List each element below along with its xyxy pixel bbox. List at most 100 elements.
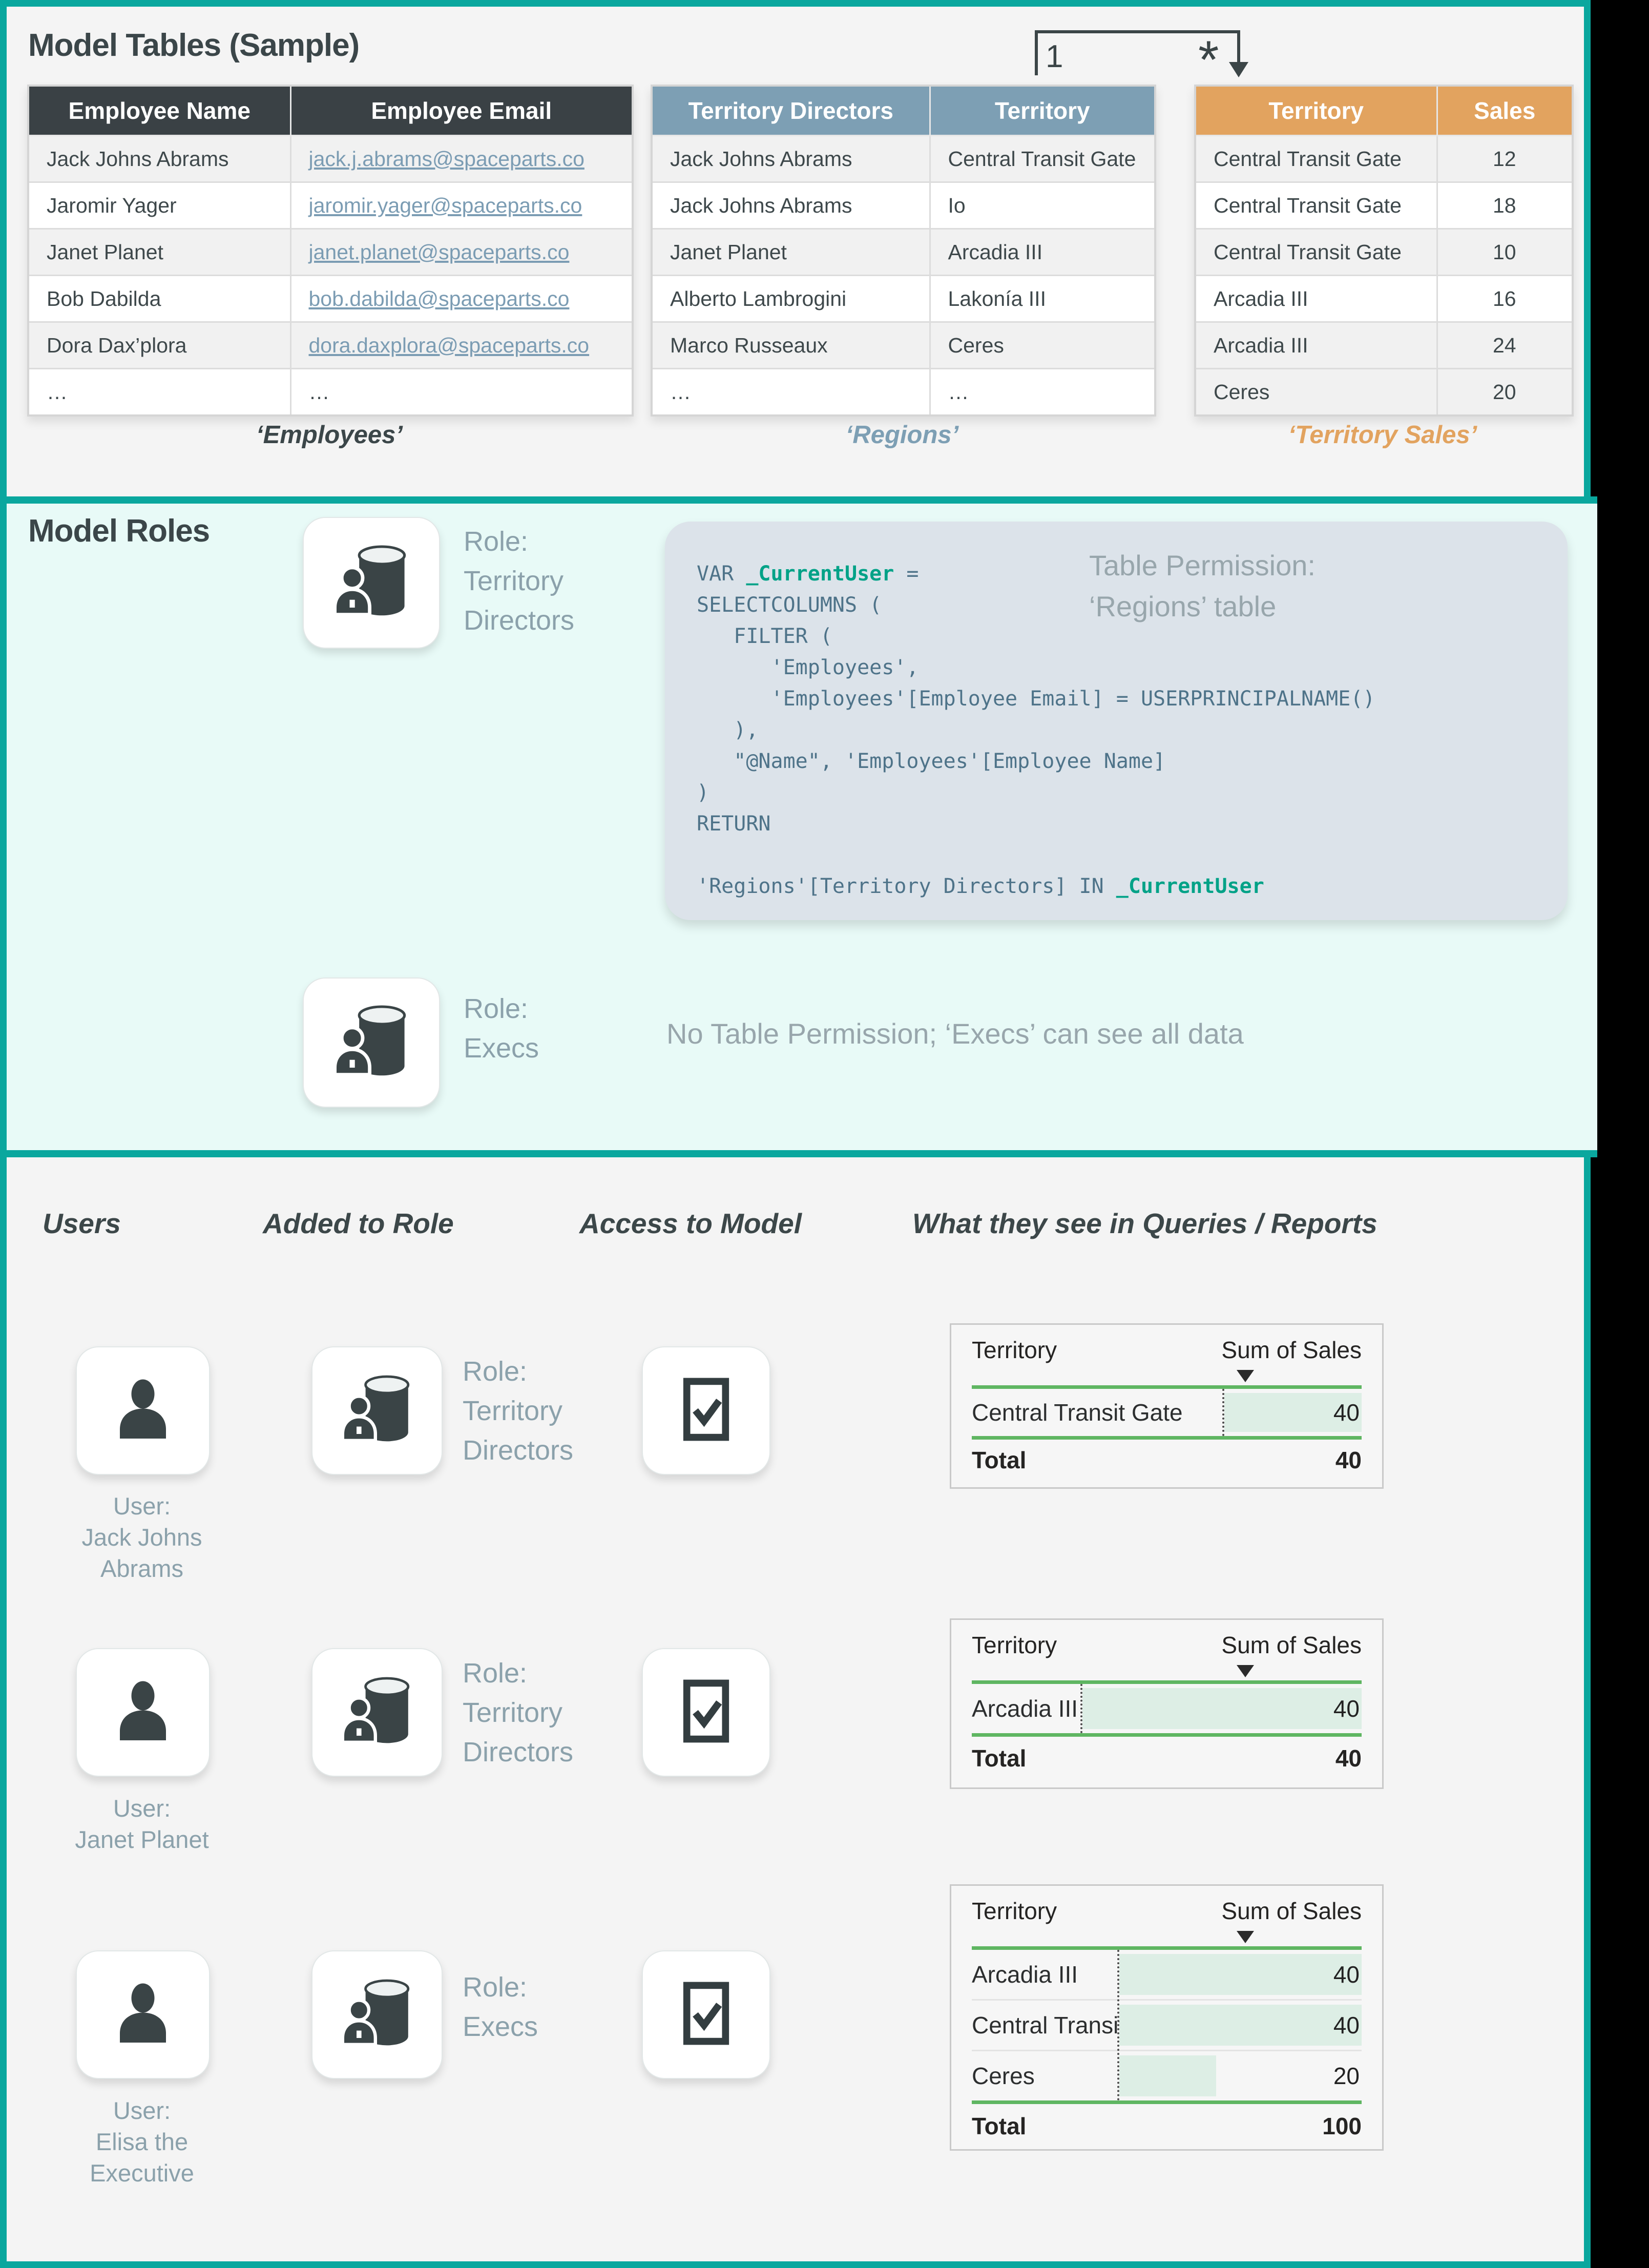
code-line: 'Employees', xyxy=(697,652,1375,683)
table-cell: Io xyxy=(930,182,1155,229)
column-header: Employee Email xyxy=(290,86,633,136)
divider-line xyxy=(972,1680,1362,1684)
user-icon xyxy=(105,1371,181,1450)
table-row: Alberto LambroginiLakonía III xyxy=(652,276,1155,322)
role-label-line: Role: xyxy=(464,522,574,561)
user-label-line: User: xyxy=(24,2095,260,2126)
table-cell: Jack Johns Abrams xyxy=(28,136,290,182)
connector-line xyxy=(1237,30,1240,64)
user-card xyxy=(76,1346,210,1475)
employees-caption: ‘Employees’ xyxy=(150,421,509,449)
code-line: ), xyxy=(697,715,1375,746)
table-cell: Dora Dax’plora xyxy=(28,322,290,369)
data-bar xyxy=(1082,1688,1362,1729)
divider-line xyxy=(972,1385,1362,1389)
result-table: Territory Sum of Sales Arcadia III 40 xyxy=(950,1884,1384,2151)
checked-checkbox-icon xyxy=(679,1981,733,2048)
table-cell: 18 xyxy=(1437,182,1573,229)
result-table: Territory Sum of Sales Arcadia III 40 xyxy=(950,1618,1384,1789)
email-link[interactable]: jack.j.abrams@spaceparts.co xyxy=(309,147,585,171)
result-value: 40 xyxy=(1333,1961,1360,1988)
regions-caption: ‘Regions’ xyxy=(723,421,1081,449)
user-label-line: Abrams xyxy=(24,1553,260,1584)
role-label: Role: Execs xyxy=(463,1968,538,2047)
table-row: Central Transit Gate18 xyxy=(1195,182,1573,229)
table-cell: 24 xyxy=(1437,322,1573,369)
territory-sales-caption: ‘Territory Sales’ xyxy=(1203,421,1562,449)
access-card xyxy=(642,1648,770,1777)
user-label-line: Jack Johns xyxy=(24,1522,260,1553)
result-value: 20 xyxy=(1333,2062,1360,2090)
role-label-line: Directors xyxy=(464,601,574,640)
result-table: Territory Sum of Sales Central Transit G… xyxy=(950,1323,1384,1489)
user-label-line: Elisa the xyxy=(24,2126,260,2157)
sort-descending-icon xyxy=(1237,1665,1254,1677)
column-heading-what-they-see: What they see in Queries / Reports xyxy=(912,1207,1377,1240)
user-card xyxy=(76,1648,210,1777)
role-card xyxy=(311,1950,443,2079)
table-cell: Ceres xyxy=(930,322,1155,369)
email-link[interactable]: dora.daxplora@spaceparts.co xyxy=(309,334,590,357)
checked-checkbox-icon xyxy=(679,1679,733,1746)
result-territory: Arcadia III xyxy=(972,1695,1078,1722)
total-value: 40 xyxy=(1335,1744,1362,1772)
table-cell: Janet Planet xyxy=(652,229,930,276)
dax-code: VAR _CurrentUser = SELECTCOLUMNS ( FILTE… xyxy=(697,558,1375,902)
table-cell: … xyxy=(652,369,930,416)
role-card xyxy=(303,977,440,1108)
email-link[interactable]: janet.planet@spaceparts.co xyxy=(309,240,570,264)
table-row: Bob Dabildabob.dabilda@spaceparts.co xyxy=(28,276,633,322)
column-header: Territory xyxy=(930,86,1155,136)
table-cell: Central Transit Gate xyxy=(1195,229,1437,276)
role-label-line: Execs xyxy=(464,1029,539,1068)
table-cell: Arcadia III xyxy=(1195,276,1437,322)
user-label-line: Executive xyxy=(24,2157,260,2189)
result-value: 40 xyxy=(1333,2011,1360,2039)
table-header-row: Employee Name Employee Email xyxy=(28,86,633,136)
role-icon xyxy=(336,1972,418,2057)
column-header: Territory xyxy=(1195,86,1437,136)
email-link[interactable]: bob.dabilda@spaceparts.co xyxy=(309,287,570,310)
section-divider xyxy=(7,496,1597,504)
table-row: Dora Dax’plora dora.daxplora@spaceparts.c… xyxy=(28,322,633,369)
result-territory: Central Transit Gate xyxy=(972,1399,1183,1426)
sort-descending-icon xyxy=(1237,1931,1254,1943)
user-icon xyxy=(105,1673,181,1752)
table-row: Janet PlanetArcadia III xyxy=(652,229,1155,276)
role-label-line: Role: xyxy=(463,1654,573,1693)
role-label: Role: Territory Directors xyxy=(463,1352,573,1470)
result-value: 40 xyxy=(1333,1399,1360,1426)
role-icon xyxy=(336,1368,418,1453)
table-header-row: Territory Directors Territory xyxy=(652,86,1155,136)
access-card xyxy=(642,1950,770,2079)
table-cell: 16 xyxy=(1437,276,1573,322)
table-cell: … xyxy=(930,369,1155,416)
result-row: Ceres 20 xyxy=(972,2051,1362,2100)
column-heading-users: Users xyxy=(43,1207,121,1240)
territory-sales-table: Territory Sales Central Transit Gate12Ce… xyxy=(1194,85,1574,417)
role-label-line: Directors xyxy=(463,1431,573,1470)
role-icon xyxy=(328,998,415,1088)
table-cell: Arcadia III xyxy=(930,229,1155,276)
employees-table: Employee Name Employee Email Jack Johns … xyxy=(27,85,634,417)
regions-table: Territory Directors Territory Jack Johns… xyxy=(651,85,1156,417)
section-title-model-tables: Model Tables (Sample) xyxy=(28,27,359,64)
user-label-line: User: xyxy=(24,1793,260,1824)
role-icon xyxy=(328,538,415,628)
table-row: Central Transit Gate12 xyxy=(1195,136,1573,182)
role-label-line: Role: xyxy=(463,1968,538,2007)
table-row: Arcadia III16 xyxy=(1195,276,1573,322)
cardinality-one-label: 1 xyxy=(1046,38,1063,75)
result-column-sum-of-sales: Sum of Sales xyxy=(1221,1336,1362,1364)
total-label: Total xyxy=(972,2112,1026,2140)
role-label: Role: Execs xyxy=(464,989,539,1068)
role-icon xyxy=(336,1670,418,1755)
role-label-line: Territory xyxy=(463,1391,573,1431)
table-row: Jack Johns AbramsCentral Transit Gate xyxy=(652,136,1155,182)
table-cell: janet.planet@spaceparts.co xyxy=(290,229,633,276)
user-label: User: Jack Johns Abrams xyxy=(24,1490,260,1584)
code-line: SELECTCOLUMNS ( xyxy=(697,590,1375,621)
total-value: 100 xyxy=(1322,2112,1362,2140)
result-territory: Ceres xyxy=(972,2062,1035,2090)
email-link[interactable]: jaromir.yager@spaceparts.co xyxy=(309,194,582,217)
